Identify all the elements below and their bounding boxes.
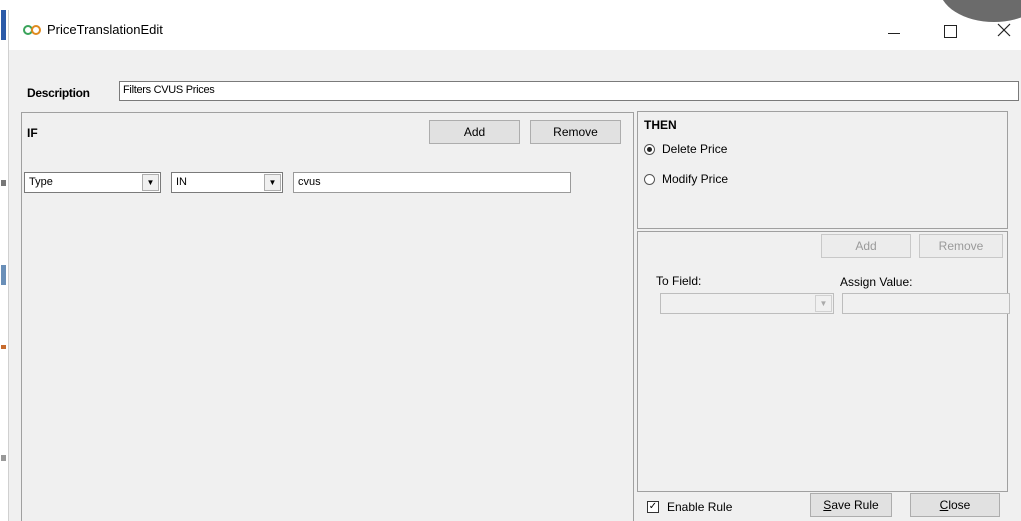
close-button[interactable]: Close bbox=[910, 493, 1000, 517]
description-input[interactable]: Filters CVUS Prices bbox=[119, 81, 1019, 101]
if-panel: IF Add Remove Type ▼ IN ▼ cvus bbox=[21, 112, 634, 521]
save-rule-accel: S bbox=[823, 498, 832, 512]
enable-rule-checkbox[interactable]: ✓ Enable Rule bbox=[647, 500, 732, 514]
radio-selected-icon[interactable] bbox=[644, 143, 655, 155]
save-rule-label: ave Rule bbox=[831, 498, 879, 512]
condition-field-select[interactable]: Type ▼ bbox=[24, 172, 161, 193]
close-accel: C bbox=[939, 498, 949, 512]
condition-value-input[interactable]: cvus bbox=[293, 172, 571, 193]
edge-mark bbox=[1, 180, 6, 186]
condition-operator-value: IN bbox=[176, 176, 187, 188]
if-remove-button[interactable]: Remove bbox=[530, 120, 621, 144]
title-bar[interactable]: PriceTranslationEdit bbox=[9, 0, 1021, 50]
delete-price-label: Delete Price bbox=[662, 142, 728, 156]
chevron-down-icon[interactable]: ▼ bbox=[264, 174, 281, 191]
then-panel: THEN Delete Price Modify Price bbox=[637, 111, 1008, 229]
enable-rule-label: Enable Rule bbox=[667, 500, 733, 514]
assign-value-input[interactable] bbox=[842, 293, 1010, 314]
maximize-icon bbox=[943, 24, 957, 38]
price-translation-edit-window: PriceTranslationEdit Description Filters… bbox=[8, 0, 1021, 521]
desktop-edge bbox=[0, 0, 8, 521]
close-window-button[interactable] bbox=[981, 10, 1021, 50]
assign-add-button[interactable]: Add bbox=[821, 234, 911, 258]
if-label: IF bbox=[27, 126, 38, 140]
checkmark-icon[interactable]: ✓ bbox=[647, 501, 659, 513]
if-add-button[interactable]: Add bbox=[429, 120, 520, 144]
to-field-select[interactable]: ▼ bbox=[660, 293, 834, 314]
edge-mark bbox=[1, 455, 6, 461]
chevron-down-icon[interactable]: ▼ bbox=[142, 174, 159, 191]
assign-panel: Add Remove To Field: Assign Value: ▼ bbox=[637, 231, 1010, 492]
assign-remove-button[interactable]: Remove bbox=[919, 234, 1003, 258]
minimize-button[interactable] bbox=[871, 10, 917, 50]
close-icon bbox=[997, 23, 1011, 37]
window-title: PriceTranslationEdit bbox=[47, 22, 163, 37]
close-label: lose bbox=[948, 498, 971, 512]
delete-price-radio[interactable]: Delete Price bbox=[644, 142, 727, 156]
infinity-icon bbox=[23, 25, 41, 35]
modify-price-radio[interactable]: Modify Price bbox=[644, 172, 728, 186]
description-label: Description bbox=[27, 86, 90, 100]
condition-operator-select[interactable]: IN ▼ bbox=[171, 172, 283, 193]
chevron-down-icon[interactable]: ▼ bbox=[815, 295, 832, 312]
condition-field-value: Type bbox=[29, 176, 53, 188]
save-rule-button[interactable]: Save Rule bbox=[810, 493, 892, 517]
radio-unselected-icon[interactable] bbox=[644, 173, 655, 185]
edge-mark bbox=[1, 345, 6, 349]
then-label: THEN bbox=[644, 118, 677, 132]
modify-price-label: Modify Price bbox=[662, 172, 729, 186]
to-field-label: To Field: bbox=[656, 274, 702, 288]
maximize-button[interactable] bbox=[927, 10, 973, 50]
edge-mark bbox=[1, 10, 6, 40]
minimize-icon bbox=[888, 32, 900, 34]
edge-mark bbox=[1, 265, 6, 285]
assign-value-label: Assign Value: bbox=[840, 275, 913, 289]
